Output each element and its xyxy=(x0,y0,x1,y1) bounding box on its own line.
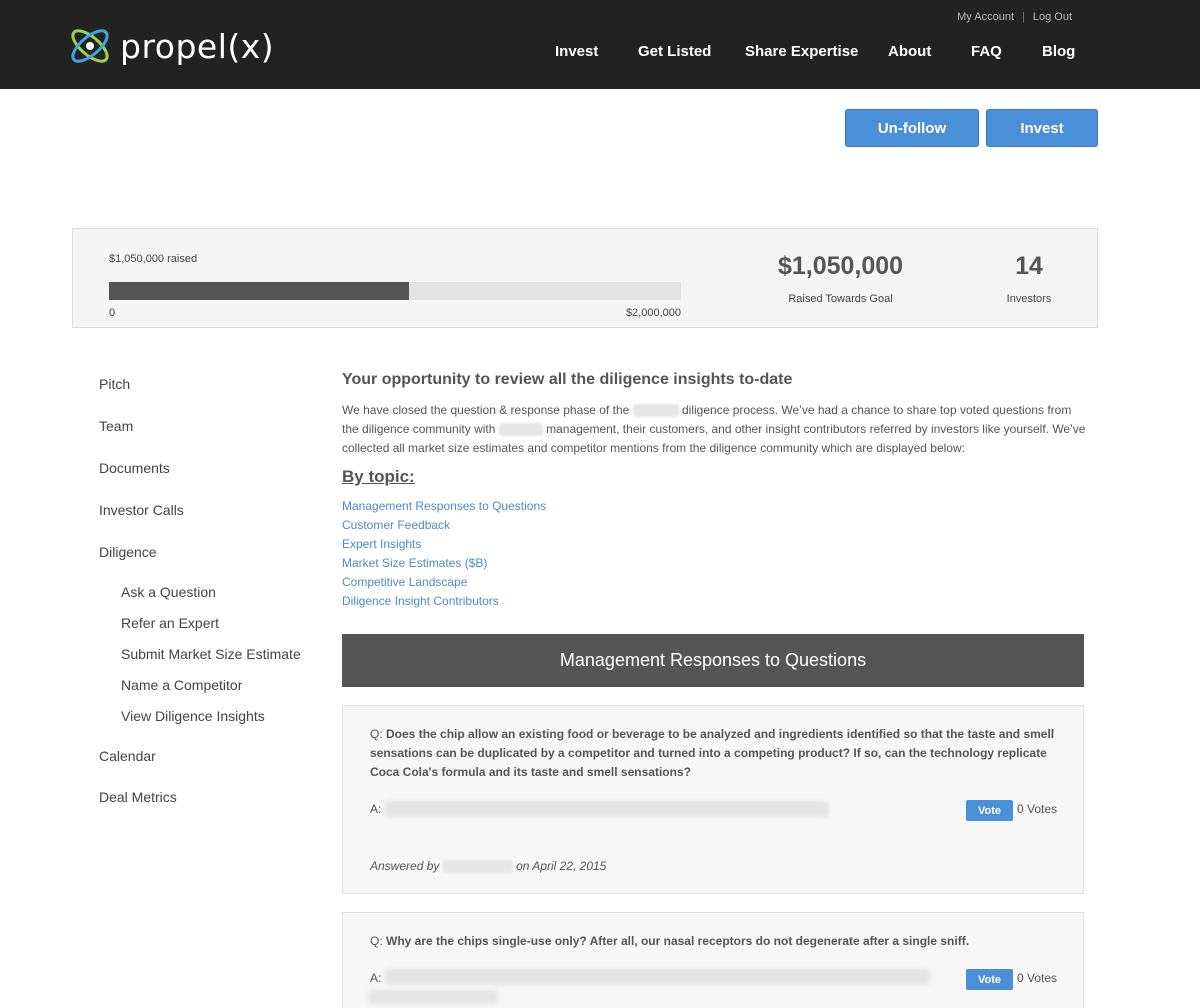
investors-caption: Investors xyxy=(1006,293,1052,305)
progress-min-label: 0 xyxy=(109,307,116,319)
intro-text-1: We have closed the question & response p… xyxy=(342,403,630,417)
redacted-company-name xyxy=(632,404,679,418)
redacted-answer xyxy=(368,990,498,1004)
topic-link-customer-feedback[interactable]: Customer Feedback xyxy=(342,518,450,532)
top-navigation-bar: propel(x) My Account | Log Out Invest Ge… xyxy=(0,0,1200,89)
sidebar-item-pitch[interactable]: Pitch xyxy=(99,376,130,392)
topic-link-competitive-landscape[interactable]: Competitive Landscape xyxy=(342,575,467,589)
funding-progress-fill xyxy=(109,282,410,300)
topic-link-management-responses[interactable]: Management Responses to Questions xyxy=(342,499,546,513)
sidebar-item-documents[interactable]: Documents xyxy=(99,460,170,476)
topic-link-expert-insights[interactable]: Expert Insights xyxy=(342,537,421,551)
sidebar-item-deal-metrics[interactable]: Deal Metrics xyxy=(99,789,177,805)
raised-amount: $1,050,000 xyxy=(777,252,904,280)
sidebar-item-team[interactable]: Team xyxy=(99,418,133,434)
question-prefix: Q: xyxy=(370,934,383,948)
raised-caption: Raised Towards Goal xyxy=(788,293,893,305)
question-prefix: Q: xyxy=(370,727,383,741)
nav-share-expertise[interactable]: Share Expertise xyxy=(745,43,858,60)
progress-max-label: $2,000,000 xyxy=(625,307,681,319)
question-text: Q: Does the chip allow an existing food … xyxy=(370,725,1060,782)
my-account-link[interactable]: My Account xyxy=(957,11,1014,23)
funding-progress-bar xyxy=(109,282,681,300)
question-card: Q: Why are the chips single-use only? Af… xyxy=(342,912,1084,1008)
sidebar-subitem-refer-expert[interactable]: Refer an Expert xyxy=(121,615,219,631)
answered-by: Answered by on April 22, 2015 xyxy=(370,859,607,874)
log-out-link[interactable]: Log Out xyxy=(1033,11,1072,23)
page-title: Your opportunity to review all the dilig… xyxy=(342,371,793,388)
section-header: Management Responses to Questions xyxy=(342,634,1084,687)
sidebar-subitem-name-competitor[interactable]: Name a Competitor xyxy=(121,677,242,693)
unfollow-button[interactable]: Un-follow xyxy=(845,109,979,147)
account-links: My Account | Log Out xyxy=(957,11,1072,23)
sidebar-item-diligence[interactable]: Diligence xyxy=(99,544,157,560)
vote-count: 0 Votes xyxy=(1017,802,1058,816)
intro-paragraph: We have closed the question & response p… xyxy=(342,401,1087,458)
question-body: Why are the chips single-use only? After… xyxy=(386,934,970,948)
sidebar-subitem-market-size[interactable]: Submit Market Size Estimate xyxy=(121,646,301,662)
invest-button[interactable]: Invest xyxy=(986,109,1098,147)
topics-heading: By topic: xyxy=(342,467,415,486)
vote-button[interactable]: Vote xyxy=(966,800,1013,821)
answered-date: on April 22, 2015 xyxy=(516,859,607,873)
sidebar-subitem-view-insights[interactable]: View Diligence Insights xyxy=(121,708,265,724)
nav-faq[interactable]: FAQ xyxy=(971,43,1002,60)
redacted-answerer xyxy=(442,860,513,874)
redacted-company-name xyxy=(498,423,543,437)
investors-count: 14 xyxy=(1015,252,1043,280)
answer-prefix: A: xyxy=(370,802,382,816)
vote-count: 0 Votes xyxy=(1017,971,1058,985)
funding-panel: $1,050,000 raised 0 $2,000,000 $1,050,00… xyxy=(72,228,1098,328)
topic-link-contributors[interactable]: Diligence Insight Contributors xyxy=(342,594,499,608)
sidebar-subitem-ask-question[interactable]: Ask a Question xyxy=(121,584,216,600)
redacted-answer xyxy=(385,801,829,817)
question-body: Does the chip allow an existing food or … xyxy=(370,727,1055,779)
nav-invest[interactable]: Invest xyxy=(555,43,598,60)
nav-get-listed[interactable]: Get Listed xyxy=(638,43,711,60)
sidebar-item-calendar[interactable]: Calendar xyxy=(99,748,156,764)
sidebar-item-investor-calls[interactable]: Investor Calls xyxy=(99,502,184,518)
topic-link-market-size[interactable]: Market Size Estimates ($B) xyxy=(342,556,487,570)
nav-blog[interactable]: Blog xyxy=(1042,43,1075,60)
vote-button[interactable]: Vote xyxy=(966,969,1013,990)
answer-prefix: A: xyxy=(370,971,382,985)
question-card: Q: Does the chip allow an existing food … xyxy=(342,705,1084,894)
util-separator: | xyxy=(1022,11,1025,23)
answered-by-label: Answered by xyxy=(370,859,440,873)
nav-about[interactable]: About xyxy=(888,43,931,60)
main-nav: Invest Get Listed Share Expertise About … xyxy=(0,43,1200,63)
redacted-answer xyxy=(385,969,930,985)
question-text: Q: Why are the chips single-use only? Af… xyxy=(370,932,1060,951)
raised-label: $1,050,000 raised xyxy=(109,253,198,265)
